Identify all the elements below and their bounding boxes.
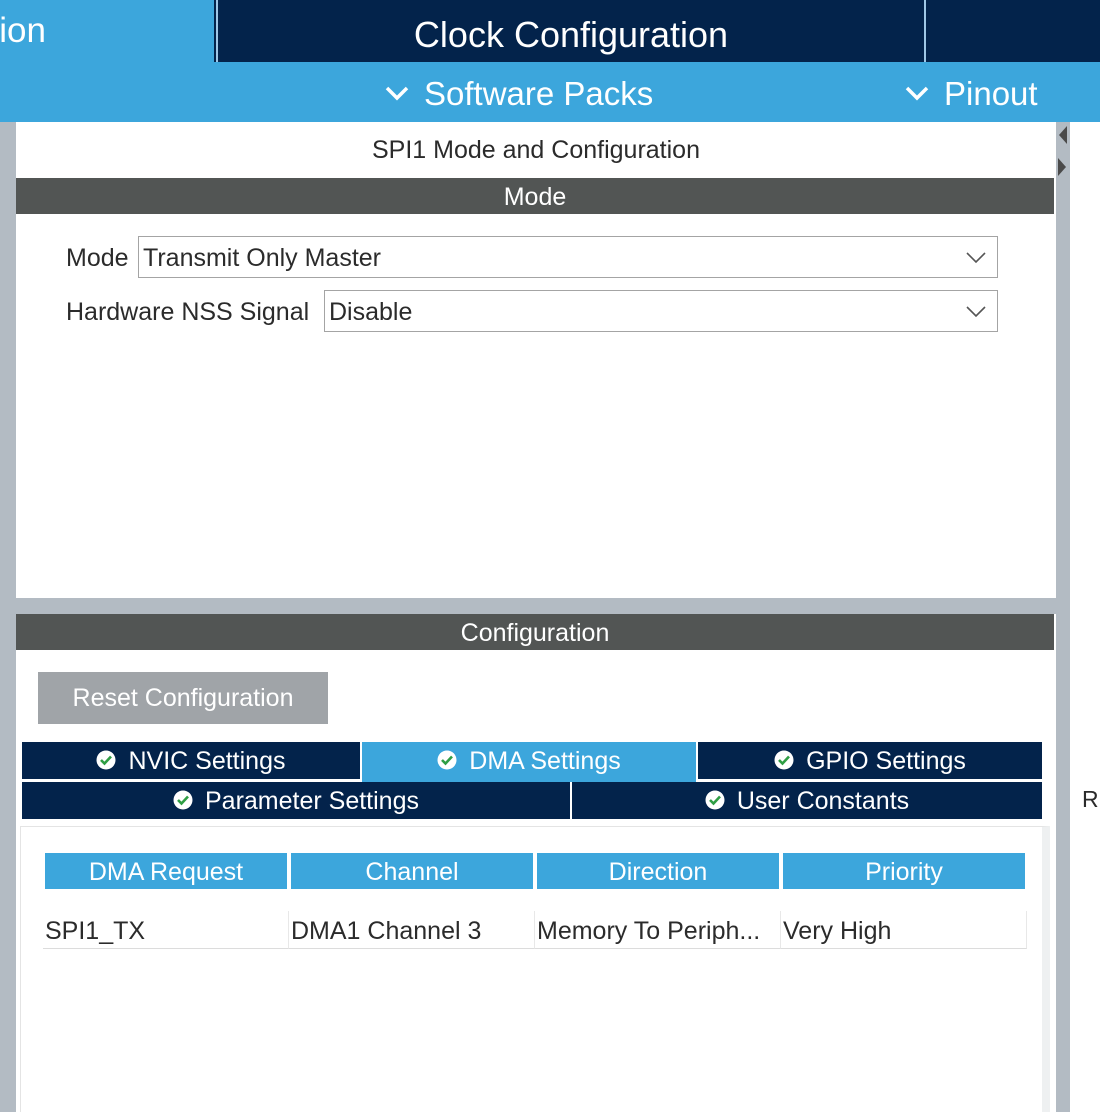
tab-gpio-settings[interactable]: GPIO Settings <box>698 742 1042 779</box>
sub-menu-bar: Software Packs Pinout <box>0 62 1100 122</box>
column-header-channel[interactable]: Channel <box>291 853 533 889</box>
column-header-direction[interactable]: Direction <box>537 853 779 889</box>
check-circle-icon <box>774 750 794 770</box>
mode-label: Mode <box>66 244 129 272</box>
mode-section-header: Mode <box>16 178 1054 214</box>
panel-divider[interactable] <box>16 598 1056 614</box>
table-cell-dma-request[interactable]: SPI1_TX <box>43 911 289 949</box>
dma-table: DMA Request Channel Direction Priority S… <box>20 826 1050 1112</box>
nss-select-value: Disable <box>329 298 413 326</box>
top-tab-bar: Pinout & Configuration Clock Configurati… <box>0 0 1100 62</box>
tab-user-constants-label: User Constants <box>736 787 910 815</box>
chevron-down-icon <box>966 252 986 264</box>
right-pane-text: R <box>1082 786 1099 812</box>
check-circle-icon <box>173 790 193 810</box>
tab-pinout-configuration-label: Pinout & Configuration <box>0 11 46 50</box>
tab-nvic-settings[interactable]: NVIC Settings <box>22 742 360 779</box>
pinout-label: Pinout <box>944 75 1038 112</box>
configuration-section-header: Configuration <box>16 614 1054 650</box>
tab-parameter-settings-label: Parameter Settings <box>205 787 419 815</box>
reset-configuration-button[interactable]: Reset Configuration <box>38 672 328 724</box>
panel-splitter[interactable] <box>1056 122 1070 1112</box>
tab-project-manager[interactable] <box>924 0 1100 62</box>
column-header-priority[interactable]: Priority <box>783 853 1025 889</box>
tab-gpio-settings-label: GPIO Settings <box>806 747 966 775</box>
chevron-down-icon <box>966 306 986 318</box>
tab-clock-configuration[interactable]: Clock Configuration <box>216 0 924 62</box>
configuration-panel: Configuration Reset Configuration NVIC S… <box>16 614 1056 1112</box>
tab-pinout-configuration[interactable]: Pinout & Configuration <box>0 0 214 62</box>
mode-select[interactable]: Transmit Only Master <box>138 236 998 278</box>
table-cell-priority[interactable]: Very High <box>781 911 1027 949</box>
software-packs-label: Software Packs <box>424 75 654 112</box>
column-header-dma-request[interactable]: DMA Request <box>45 853 287 889</box>
table-cell-direction[interactable]: Memory To Periph... <box>535 911 781 949</box>
table-cell-channel[interactable]: DMA1 Channel 3 <box>289 911 535 949</box>
tab-parameter-settings[interactable]: Parameter Settings <box>22 782 570 819</box>
mode-panel: SPI1 Mode and Configuration Mode Mode Tr… <box>16 122 1056 598</box>
nss-select[interactable]: Disable <box>324 290 998 332</box>
left-panel-edge <box>0 122 16 1112</box>
chevron-down-icon <box>385 87 409 101</box>
pinout-menu[interactable]: Pinout <box>904 62 1038 122</box>
software-packs-menu[interactable]: Software Packs <box>384 62 653 122</box>
collapse-arrows-icon[interactable] <box>1055 124 1069 180</box>
tab-user-constants[interactable]: User Constants <box>572 782 1042 819</box>
nss-label: Hardware NSS Signal <box>66 298 310 326</box>
check-circle-icon <box>437 750 457 770</box>
tab-dma-settings[interactable]: DMA Settings <box>362 742 696 782</box>
panel-title: SPI1 Mode and Configuration <box>372 136 700 164</box>
configuration-tabs: NVIC Settings DMA Settings GPIO Settings… <box>22 742 1042 820</box>
tab-nvic-settings-label: NVIC Settings <box>128 747 286 775</box>
chevron-down-icon <box>905 87 929 101</box>
tab-dma-settings-label: DMA Settings <box>469 747 621 775</box>
check-circle-icon <box>705 790 725 810</box>
mode-select-value: Transmit Only Master <box>143 244 382 272</box>
tab-clock-configuration-label: Clock Configuration <box>413 14 729 55</box>
check-circle-icon <box>96 750 116 770</box>
